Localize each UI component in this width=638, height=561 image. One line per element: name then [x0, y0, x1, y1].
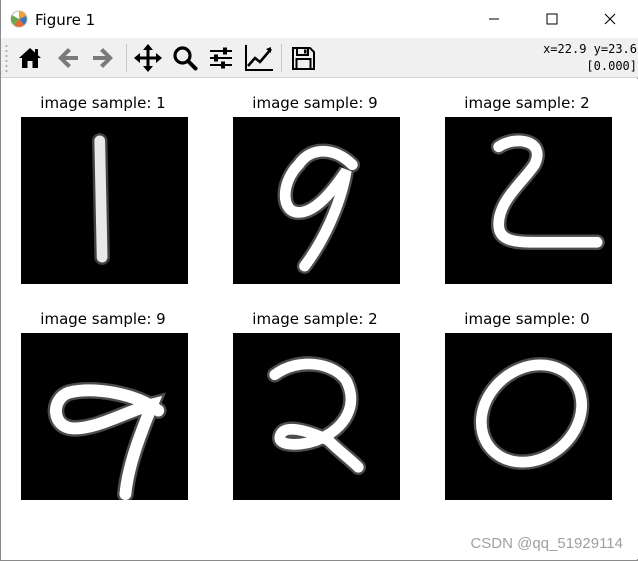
close-button[interactable] [581, 0, 638, 38]
move-icon [134, 44, 162, 72]
close-icon [604, 13, 616, 25]
matplotlib-logo-icon [10, 10, 28, 28]
toolbar-grip [5, 45, 8, 72]
digit-image-0 [445, 333, 612, 500]
title-bar: Figure 1 [1, 0, 638, 38]
save-icon [292, 47, 315, 70]
digit-image-2 [445, 117, 612, 284]
save-button[interactable] [287, 42, 319, 74]
maximize-button[interactable] [523, 0, 581, 38]
home-button[interactable] [14, 42, 46, 74]
toolbar-separator [281, 44, 282, 72]
digit-image-9 [21, 333, 188, 500]
line-chart-icon [245, 45, 273, 71]
minimize-button[interactable] [465, 0, 523, 38]
toolbar-separator [126, 44, 127, 72]
figure-window: Figure 1 x=22.9 y=23.6 [0.000] image sam… [0, 0, 638, 561]
digit-image-9 [233, 117, 400, 284]
sliders-icon [210, 47, 232, 69]
subplot-title: image sample: 1 [40, 94, 166, 112]
coords-xy: x=22.9 y=23.6 [543, 42, 637, 56]
minimize-icon [489, 18, 499, 20]
subplot-title: image sample: 0 [464, 310, 590, 328]
watermark: CSDN @qq_51929114 [470, 535, 623, 552]
back-button[interactable] [52, 42, 84, 74]
subplot-title: image sample: 9 [40, 310, 166, 328]
subplot-title: image sample: 2 [252, 310, 378, 328]
coords-value: [0.000] [586, 59, 637, 73]
maximize-icon [546, 13, 558, 25]
zoom-icon [173, 46, 198, 71]
subplot-title: image sample: 9 [252, 94, 378, 112]
edit-axis-button[interactable] [243, 42, 275, 74]
digit-image-1 [21, 117, 188, 284]
configure-subplots-button[interactable] [205, 42, 237, 74]
arrow-right-icon [93, 48, 113, 68]
arrow-left-icon [58, 48, 78, 68]
zoom-button[interactable] [169, 42, 201, 74]
navigation-toolbar: x=22.9 y=23.6 [0.000] [1, 38, 638, 78]
subplot-title: image sample: 2 [464, 94, 590, 112]
digit-image-2 [233, 333, 400, 500]
pan-button[interactable] [132, 42, 164, 74]
home-icon [19, 48, 41, 68]
cursor-coordinates: x=22.9 y=23.6 [0.000] [543, 41, 637, 75]
window-title: Figure 1 [35, 11, 96, 29]
figure-canvas[interactable]: image sample: 1 image sample: 9 image sa… [2, 79, 638, 559]
forward-button[interactable] [87, 42, 119, 74]
